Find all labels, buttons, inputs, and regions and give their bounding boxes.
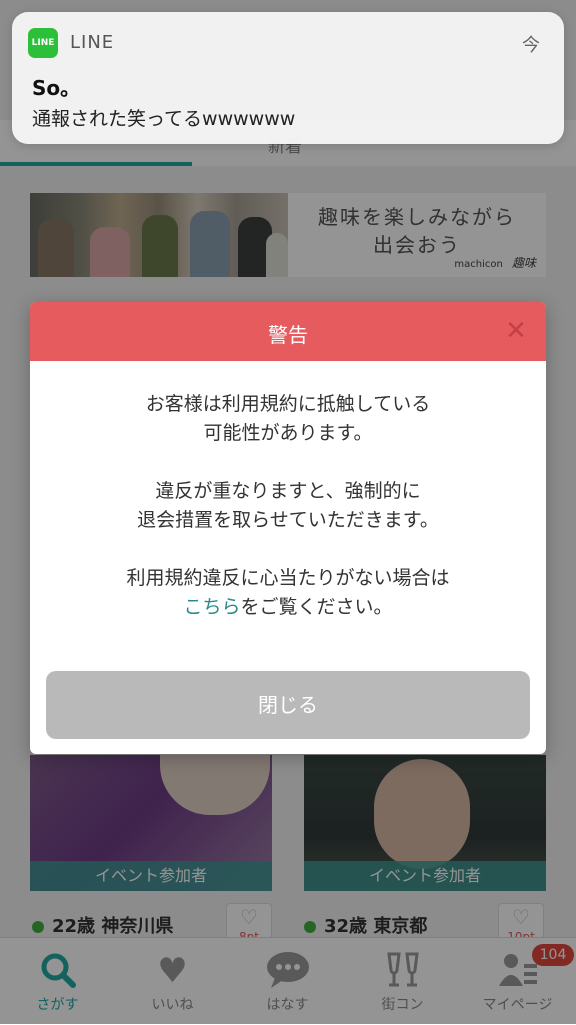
dialog-header: 警告 ✕	[30, 302, 546, 361]
message-paragraph: お客様は利用規約に抵触している 可能性があります。	[30, 390, 546, 448]
notification-title: So。	[32, 76, 81, 100]
message-line: こちらをご覧ください。	[30, 593, 546, 622]
dialog-message: お客様は利用規約に抵触している 可能性があります。 違反が重なりますと、強制的に…	[30, 390, 546, 651]
notification-body: 通報された笑ってるwwwwww	[32, 108, 296, 130]
message-line: お客様は利用規約に抵触している	[145, 393, 431, 415]
message-line: 可能性があります。	[203, 422, 373, 444]
notification-app-name: LINE	[70, 32, 115, 53]
notification-time: 今	[522, 35, 540, 56]
message-paragraph: 違反が重なりますと、強制的に 退会措置を取らせていただきます。	[30, 477, 546, 535]
message-line: 違反が重なりますと、強制的に	[155, 480, 421, 502]
message-line: 退会措置を取らせていただきます。	[137, 509, 439, 531]
message-line: 利用規約違反に心当たりがない場合は	[126, 567, 450, 589]
warning-dialog: 警告 ✕ お客様は利用規約に抵触している 可能性があります。 違反が重なりますと…	[30, 302, 546, 754]
contact-link[interactable]: こちら	[183, 596, 240, 618]
dialog-title: 警告	[268, 323, 308, 347]
close-icon[interactable]: ✕	[502, 317, 530, 345]
line-notification[interactable]: LINE LINE 今 So。 通報された笑ってるwwwwww	[12, 12, 564, 144]
close-button[interactable]: 閉じる	[46, 671, 530, 739]
line-app-icon: LINE	[28, 28, 58, 58]
message-paragraph: 利用規約違反に心当たりがない場合は こちらをご覧ください。	[30, 564, 546, 622]
message-text: をご覧ください。	[240, 596, 393, 618]
